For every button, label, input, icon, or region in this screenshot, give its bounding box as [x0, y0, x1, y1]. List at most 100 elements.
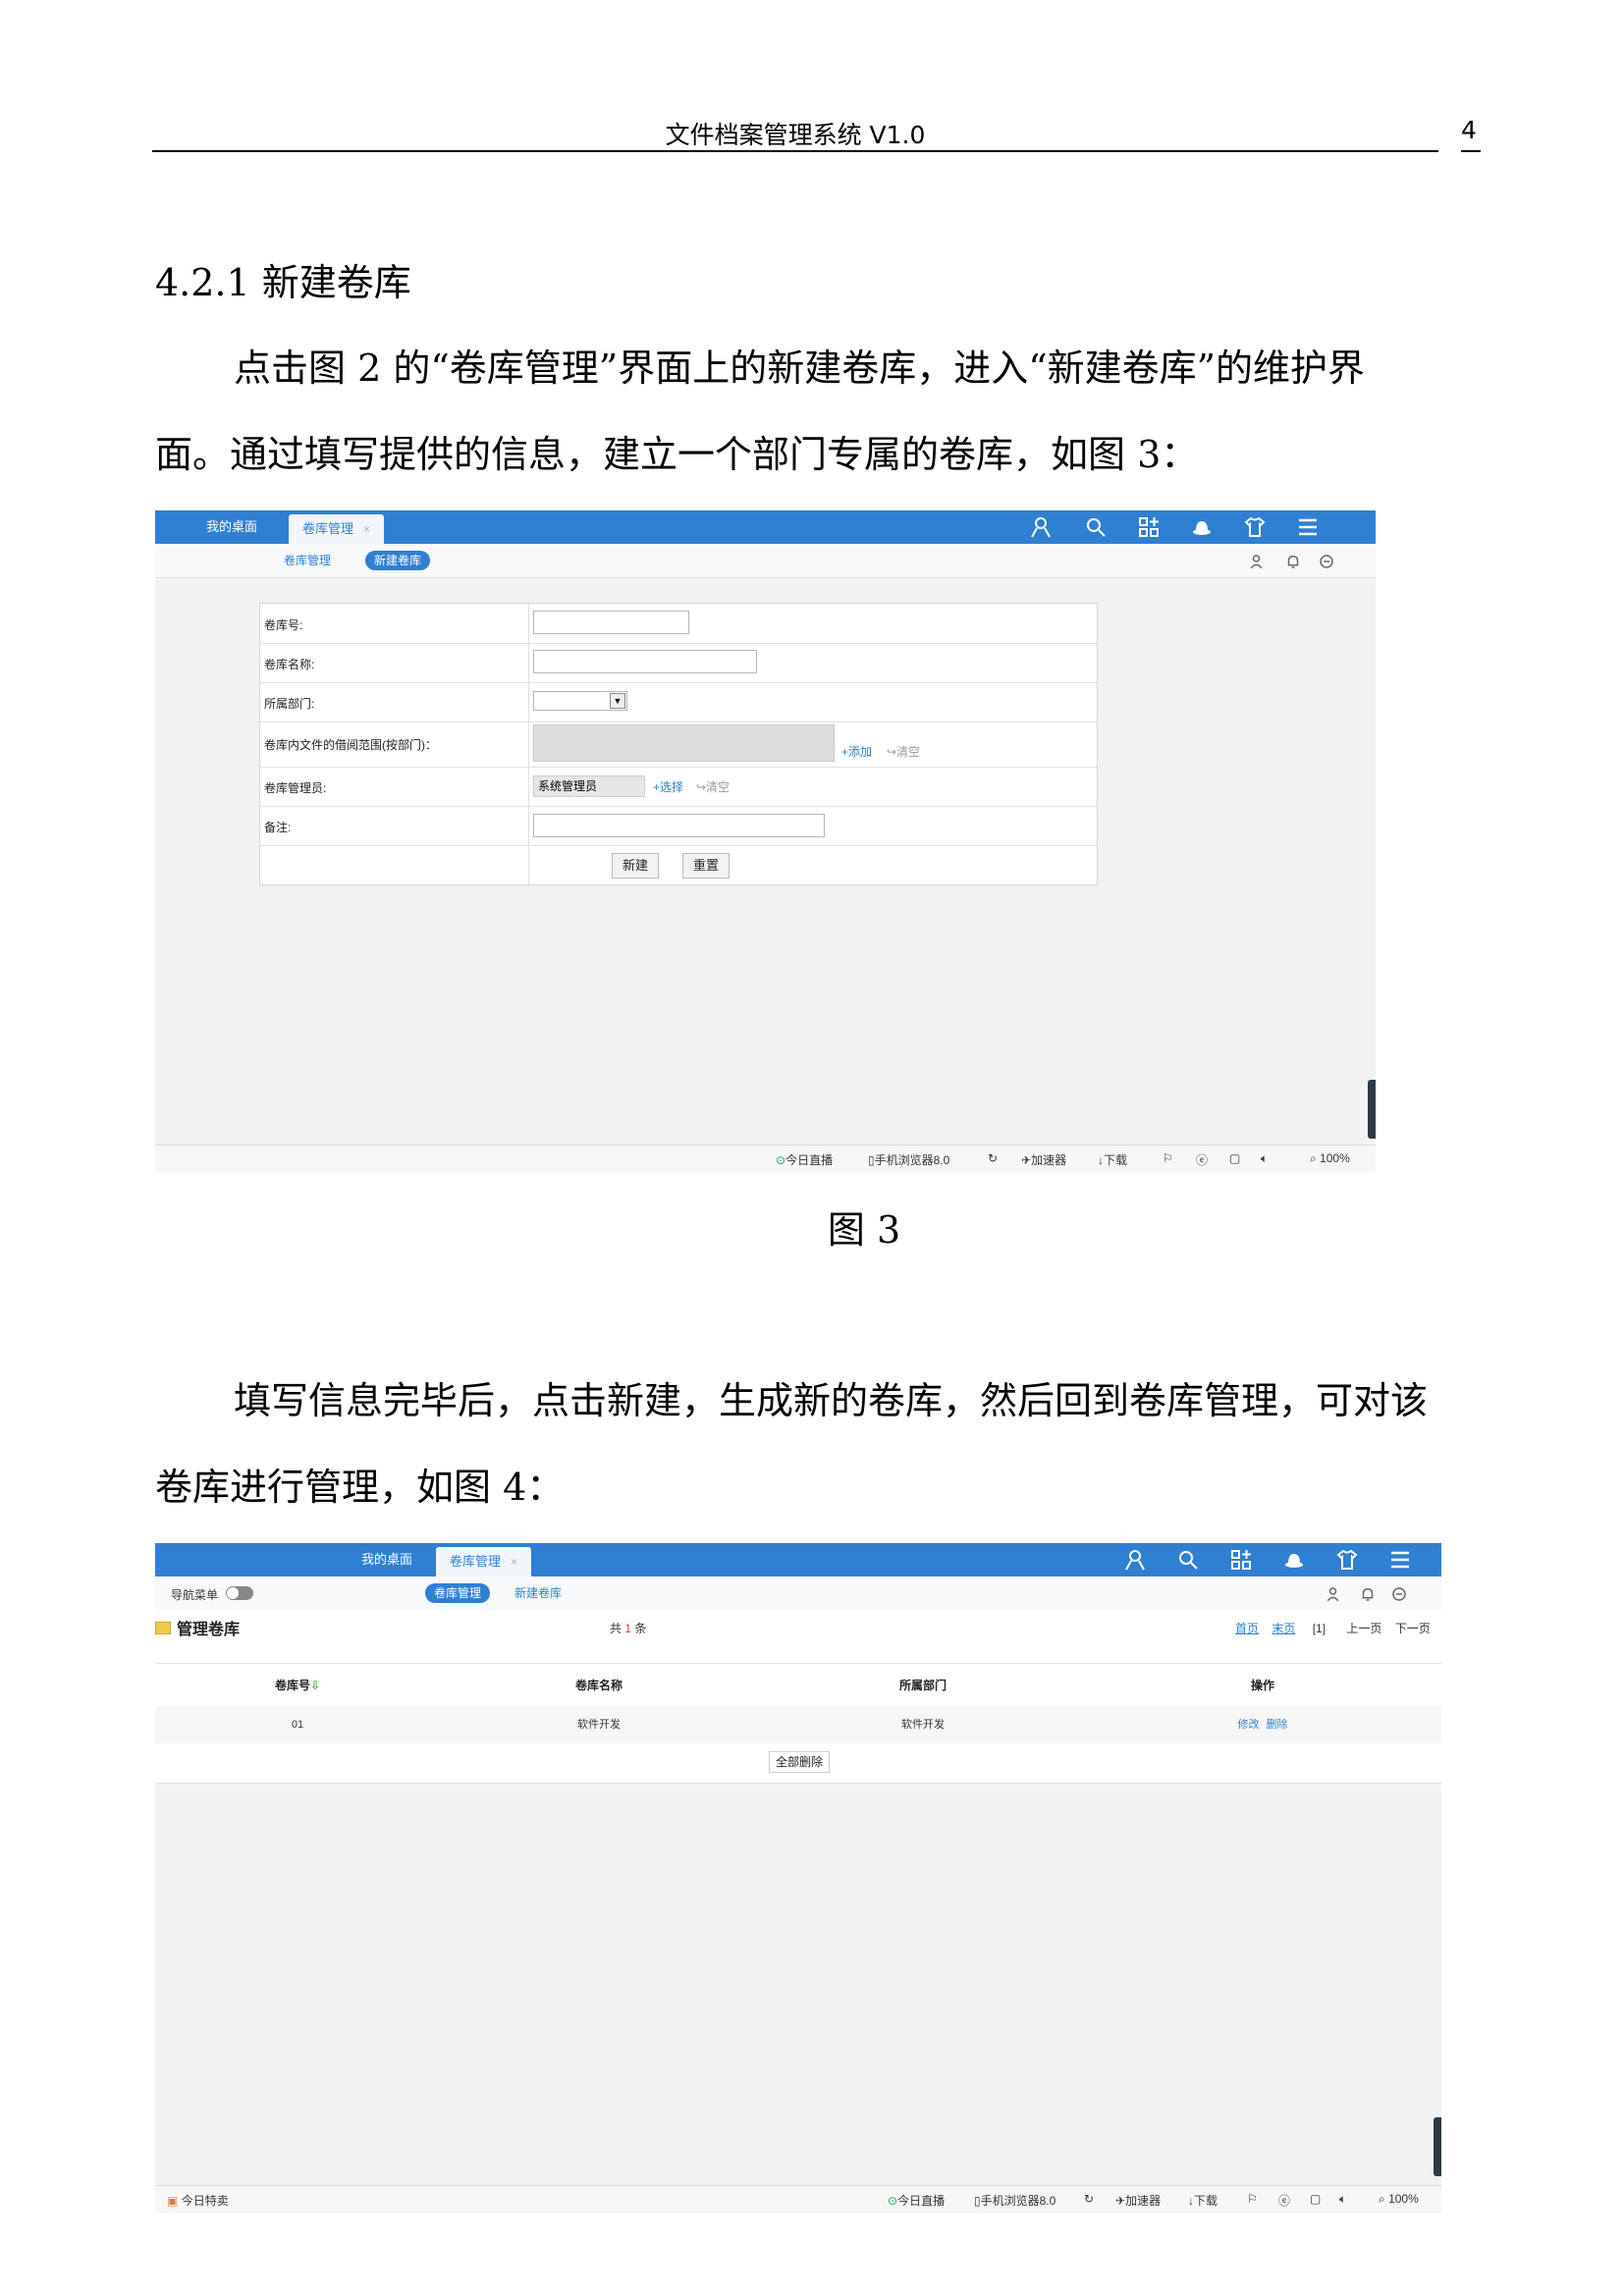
select-admin-link[interactable]: +选择	[653, 778, 683, 795]
department-select[interactable]: ▼	[533, 691, 627, 711]
delete-all-button[interactable]: 全部删除	[769, 1751, 831, 1773]
speaker-icon[interactable]: 🔈︎	[1261, 1151, 1268, 1166]
live-stream-item[interactable]: ⊙今日直播	[776, 1151, 833, 1168]
pager-first[interactable]: 首页	[1235, 1622, 1259, 1635]
phone-icon: ▯	[974, 2194, 981, 2208]
pager-current: [1]	[1312, 1622, 1326, 1635]
delete-link[interactable]: 删除	[1267, 1719, 1288, 1731]
clear-admin-link[interactable]: ↪清空	[696, 778, 730, 795]
download-item[interactable]: ↓下载	[1188, 2192, 1218, 2209]
tab-volume-management[interactable]: 卷库管理 ×	[289, 514, 385, 544]
hat-icon[interactable]	[1282, 1548, 1306, 1572]
speaker-icon[interactable]: 🔈︎	[1339, 2192, 1346, 2207]
accelerator-item[interactable]: ✈加速器	[1115, 2192, 1161, 2209]
refresh-icon[interactable]: ↻	[1084, 2192, 1094, 2206]
cell-volume-name: 软件开发	[577, 1719, 621, 1731]
mobile-browser-item[interactable]: ▯手机浏览器8.0	[868, 1151, 949, 1168]
zoom-item[interactable]: ⌕ 100%	[1379, 2192, 1419, 2207]
total-count: 共 1 条	[610, 1620, 646, 1636]
subtab-volume-management[interactable]: 卷库管理	[425, 1583, 491, 1603]
folder-icon	[155, 1622, 171, 1634]
close-icon[interactable]: ×	[511, 1555, 517, 1569]
magnifier-icon: ⌕	[1310, 1151, 1317, 1165]
flag-icon[interactable]: ⚐	[1247, 2192, 1258, 2206]
user-group-icon[interactable]	[1249, 553, 1267, 570]
user-group-icon[interactable]	[1326, 1585, 1343, 1603]
pager-prev[interactable]: 上一页	[1346, 1622, 1381, 1635]
subtab-volume-management[interactable]: 卷库管理	[275, 551, 340, 570]
user-icon[interactable]	[1123, 1548, 1147, 1572]
total-suffix: 条	[634, 1622, 647, 1635]
chat-icon[interactable]	[1318, 553, 1335, 570]
side-scroll-handle[interactable]	[1434, 2117, 1441, 2176]
cell-volume-number: 01	[291, 1719, 304, 1731]
hat-icon[interactable]	[1190, 515, 1214, 539]
close-icon[interactable]: ×	[363, 522, 370, 536]
subtab-new-volume[interactable]: 新建卷库	[506, 1583, 570, 1603]
window-icon[interactable]: ▢	[1229, 1151, 1240, 1165]
accelerator-label: 加速器	[1031, 1153, 1067, 1167]
apps-grid-icon[interactable]	[1229, 1548, 1253, 1572]
shirt-icon[interactable]	[1243, 515, 1267, 539]
menu-icon[interactable]	[1296, 515, 1320, 539]
window-icon[interactable]: ▢	[1310, 2192, 1321, 2206]
daily-special-item[interactable]: ▣ 今日特卖	[167, 2192, 229, 2209]
shirt-icon[interactable]	[1335, 1548, 1359, 1572]
ie-icon[interactable]: ⓔ	[1196, 1151, 1208, 1168]
pager-next[interactable]: 下一页	[1395, 1622, 1431, 1635]
pager-last[interactable]: 末页	[1272, 1622, 1295, 1635]
clear-scope-link[interactable]: ↪清空	[887, 743, 920, 760]
paragraph-1-line-2: 面。通过填写提供的信息，建立一个部门专属的卷库，如图 3：	[155, 433, 1199, 476]
note-label: 备注:	[264, 821, 292, 834]
bell-icon[interactable]	[1284, 553, 1302, 570]
column-header-volume-number[interactable]: 卷库号⇩	[263, 1664, 332, 1707]
reset-button[interactable]: 重置	[682, 853, 731, 879]
pager: 首页 末页 [1] 上一页 下一页	[1235, 1620, 1431, 1636]
browser-status-bar: ⊙今日直播 ▯手机浏览器8.0 ↻ ✈加速器 ↓下载 ⚐ ⓔ ▢ 🔈︎ ⌕ 10…	[155, 1145, 1376, 1173]
chevron-down-icon: ▼	[610, 693, 625, 709]
live-stream-item[interactable]: ⊙今日直播	[888, 2192, 945, 2209]
apps-grid-icon[interactable]	[1137, 515, 1161, 539]
volume-number-input[interactable]	[533, 611, 689, 634]
accelerator-item[interactable]: ✈加速器	[1021, 1151, 1066, 1168]
page-number: 4	[1461, 116, 1477, 144]
form-row-department: 所属部门: ▼	[260, 682, 1097, 722]
department-label: 所属部门:	[264, 697, 315, 711]
mobile-browser-item[interactable]: ▯手机浏览器8.0	[974, 2192, 1056, 2209]
ie-icon[interactable]: ⓔ	[1278, 2192, 1290, 2209]
gift-icon: ▣	[167, 2194, 179, 2208]
note-input[interactable]	[533, 814, 825, 837]
administrator-field: 系统管理员	[533, 775, 645, 797]
nav-menu-toggle[interactable]	[226, 1586, 253, 1600]
tab-label: 卷库管理	[302, 521, 354, 536]
sub-nav-bar: 导航菜单 卷库管理 新建卷库	[155, 1576, 1441, 1611]
subtab-new-volume[interactable]: 新建卷库	[365, 551, 431, 570]
figure-4-screenshot: 我的桌面 卷库管理 × 导航菜单 卷库管理 新建卷库 管理卷库 共 1 条 首页 …	[155, 1543, 1441, 2214]
table-footer-row: 全部删除	[155, 1743, 1441, 1784]
chat-icon[interactable]	[1390, 1585, 1408, 1603]
bell-icon[interactable]	[1359, 1585, 1377, 1603]
side-scroll-handle[interactable]	[1368, 1080, 1376, 1139]
table-row: 01 软件开发 软件开发 修改 删除	[155, 1706, 1441, 1744]
search-icon[interactable]	[1084, 515, 1108, 539]
add-scope-link[interactable]: +添加	[841, 743, 872, 760]
tab-my-desktop[interactable]: 我的桌面	[206, 510, 257, 544]
live-stream-label: 今日直播	[785, 1153, 834, 1167]
download-item[interactable]: ↓下载	[1098, 1151, 1127, 1168]
zoom-item[interactable]: ⌕ 100%	[1310, 1151, 1350, 1166]
tab-label: 我的桌面	[361, 1552, 413, 1567]
tab-volume-management[interactable]: 卷库管理 ×	[436, 1547, 532, 1576]
create-button[interactable]: 新建	[612, 853, 660, 879]
refresh-icon[interactable]: ↻	[988, 1151, 998, 1165]
page-number-underline	[1461, 150, 1481, 152]
menu-icon[interactable]	[1388, 1548, 1412, 1572]
flag-icon[interactable]: ⚐	[1163, 1151, 1173, 1165]
volume-name-input[interactable]	[533, 650, 757, 673]
user-icon[interactable]	[1029, 515, 1053, 539]
borrow-scope-field[interactable]	[533, 724, 835, 762]
live-stream-label: 今日直播	[897, 2194, 946, 2208]
search-icon[interactable]	[1176, 1548, 1200, 1572]
edit-link[interactable]: 修改	[1237, 1719, 1259, 1731]
table-header-row: 卷库号⇩ 卷库名称 所属部门 操作	[155, 1663, 1441, 1708]
tab-my-desktop[interactable]: 我的桌面	[361, 1543, 412, 1576]
